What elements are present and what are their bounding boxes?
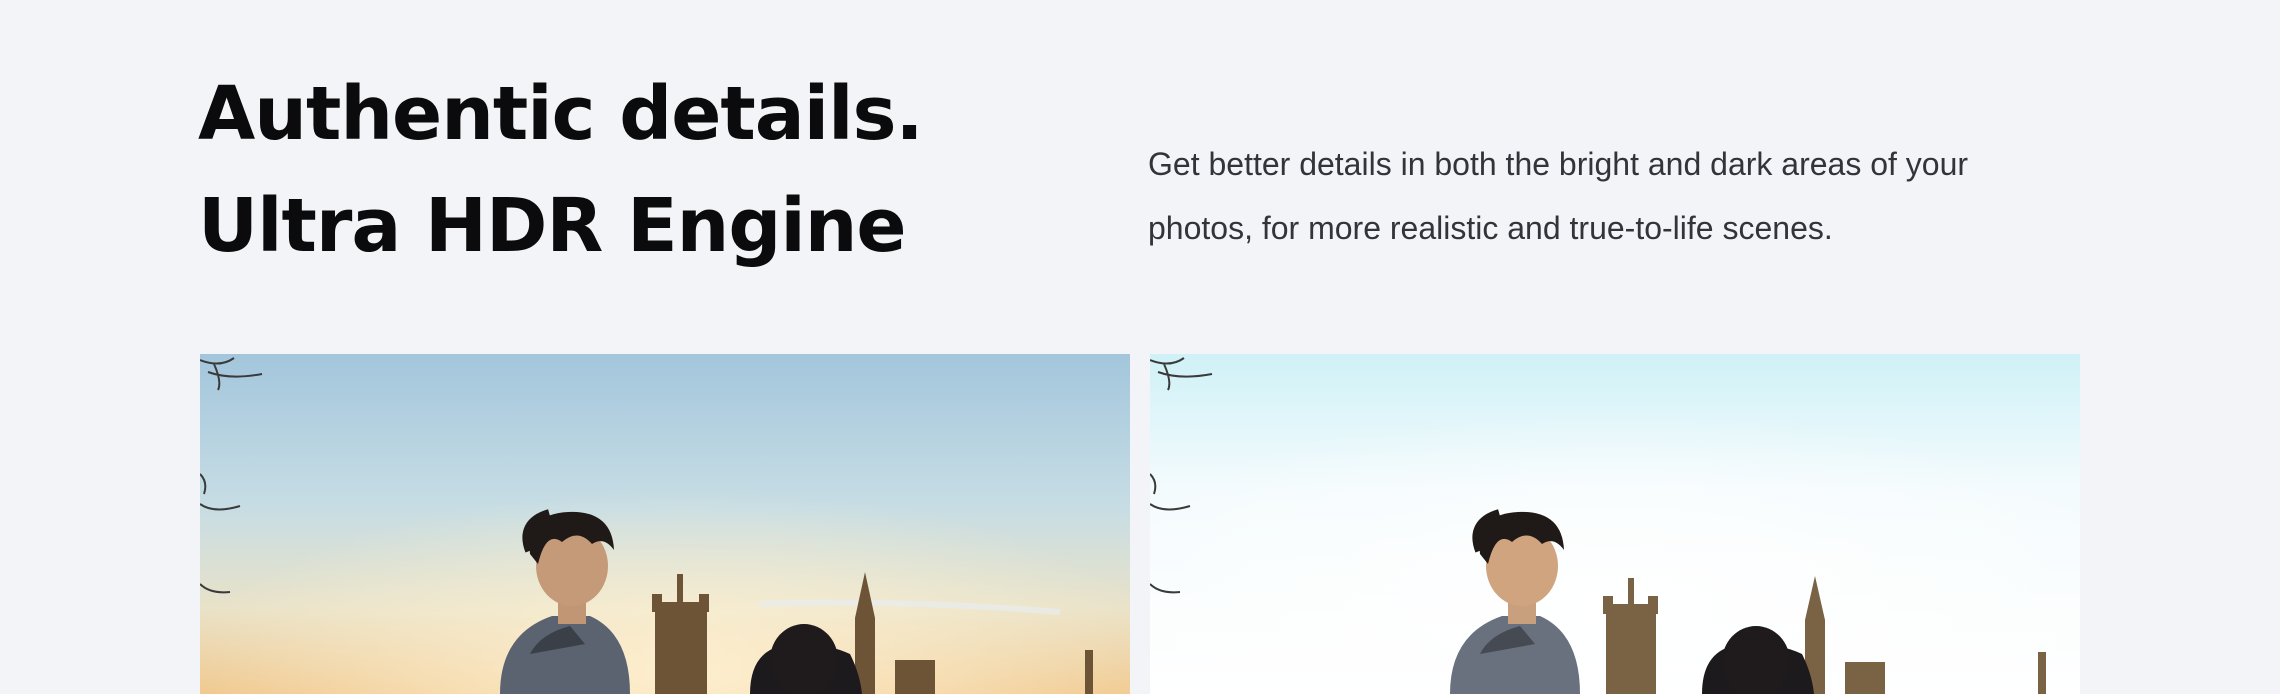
section-description: Get better details in both the bright an… — [1148, 146, 1969, 246]
ultra-hdr-photo — [1150, 354, 2080, 694]
standard-photo — [200, 354, 1130, 694]
heading-line-1: Authentic details. — [198, 71, 924, 157]
heading-line-2: Ultra HDR Engine — [198, 183, 907, 269]
section-heading: Authentic details. Ultra HDR Engine — [198, 58, 924, 282]
